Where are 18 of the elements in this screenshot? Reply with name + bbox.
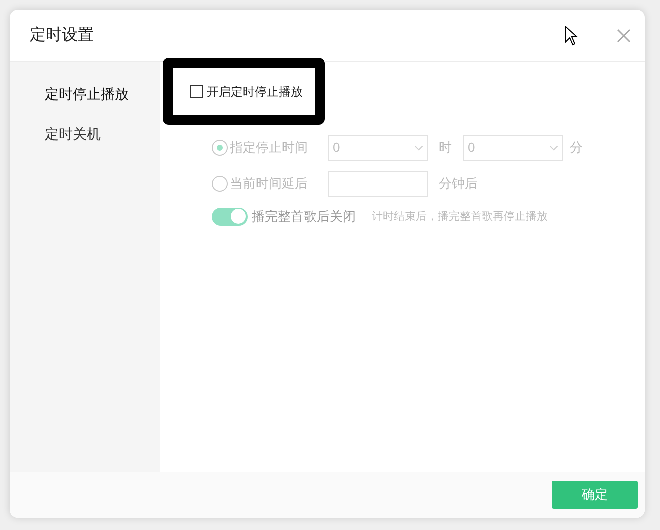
close-button[interactable]	[617, 28, 631, 42]
unit-label: 时	[438, 139, 453, 158]
hint-text: 计时结束后，播完整首歌再停止播放	[372, 210, 548, 224]
checkbox[interactable]	[190, 85, 203, 98]
toggle-label: 播完整首歌后关闭	[252, 208, 357, 226]
cursor-icon	[565, 26, 579, 46]
caret-icon	[415, 146, 423, 150]
radio-label: 指定停止时间	[230, 139, 308, 158]
radio-label: 当前时间延后	[230, 175, 308, 194]
unit-label: 分	[569, 139, 584, 158]
caret-icon	[550, 146, 558, 150]
sidebar-item[interactable]: 定时停止播放	[45, 84, 160, 105]
minutes-field[interactable]	[328, 171, 428, 197]
confirm-button[interactable]: 确定	[552, 481, 638, 509]
unit-label: 分钟后	[438, 175, 479, 194]
checkbox-label: 开启定时停止播放	[207, 84, 303, 100]
sidebar-item[interactable]: 定时关机	[45, 124, 160, 145]
dialog-title: 定时设置	[30, 26, 94, 46]
